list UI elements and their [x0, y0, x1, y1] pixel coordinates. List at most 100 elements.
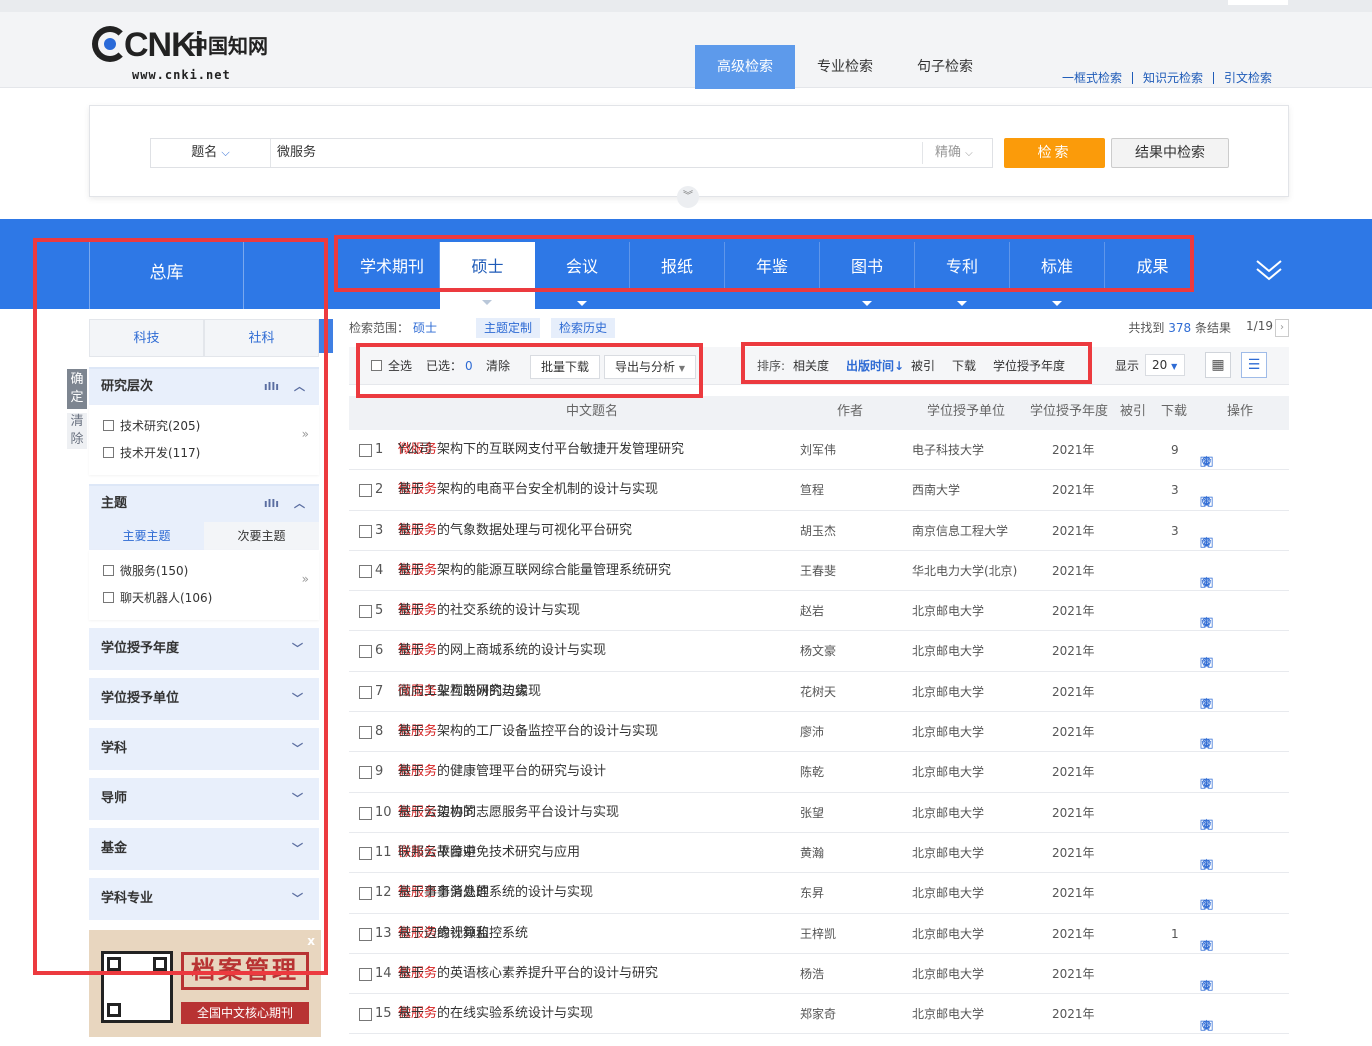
topic-custom-button[interactable]: 主题定制 [476, 318, 541, 338]
quote-icon[interactable]: ⊛ [1195, 684, 1218, 711]
col-title[interactable]: 中文题名 [566, 396, 618, 428]
row-checkbox[interactable] [359, 524, 372, 538]
unit-link[interactable]: 北京邮电大学 [912, 954, 984, 994]
row-checkbox[interactable] [359, 564, 372, 578]
unit-link[interactable]: 北京邮电大学 [912, 994, 984, 1034]
author-link[interactable]: 张望 [800, 793, 824, 833]
thesis-title-link[interactable]: 基于 微服务 架构的电商平台安全机制的设计与实现 [398, 470, 658, 510]
quote-icon[interactable]: ⊛ [1195, 845, 1218, 872]
thesis-title-link[interactable]: 基于 微服务 的健康管理平台的研究与设计 [398, 752, 606, 792]
row-checkbox[interactable] [359, 645, 372, 659]
row-checkbox[interactable] [359, 444, 372, 457]
row-checkbox[interactable] [359, 846, 372, 860]
search-in-results-button[interactable]: 结果中检索 [1111, 138, 1229, 168]
row-checkbox[interactable] [359, 927, 372, 941]
quote-icon[interactable]: ⊛ [1195, 603, 1218, 630]
precision-select[interactable]: 精确 ⌵ [922, 142, 992, 164]
thesis-title-link[interactable]: 联邦云平台中 微服务 故障避免技术研究与应用 [398, 833, 580, 873]
field-select[interactable]: 题名 ⌵ [151, 139, 271, 167]
search-button[interactable]: 检索 [1004, 138, 1105, 168]
author-link[interactable]: 陈乾 [800, 752, 824, 792]
row-checkbox[interactable] [359, 967, 372, 981]
unit-link[interactable]: 北京邮电大学 [912, 672, 984, 712]
cnki-logo[interactable]: CNKi 中国知网 www.cnki.net [92, 26, 272, 86]
quote-icon[interactable]: ⊛ [1195, 724, 1218, 751]
col-year[interactable]: 学位授予年度 [1030, 396, 1108, 428]
thesis-title-link[interactable]: 基于云边协同 微服务 架构的志愿服务平台设计与实现 [398, 793, 619, 833]
unit-link[interactable]: 南京信息工程大学 [912, 511, 1008, 551]
quote-icon[interactable]: ⊛ [1195, 926, 1218, 953]
col-unit[interactable]: 学位授予单位 [927, 396, 1005, 428]
thesis-title-link[interactable]: Y公司 微服务 架构下的互联网支付平台敏捷开发管理研究 [398, 430, 684, 470]
thesis-title-link[interactable]: 基于边缘计算和 微服务 的视频监控系统 [398, 914, 528, 954]
thesis-title-link[interactable]: 基于 微服务 的在线实验系统设计与实现 [398, 994, 593, 1034]
thesis-title-link[interactable]: 基于 微服务 的气象数据处理与可视化平台研究 [398, 511, 632, 551]
unit-link[interactable]: 北京邮电大学 [912, 873, 984, 913]
thesis-title-link[interactable]: 基于事务消息的 微服务 事务处理系统的设计与实现 [398, 873, 593, 913]
row-checkbox[interactable] [359, 887, 372, 901]
quote-icon[interactable]: ⊛ [1195, 643, 1218, 670]
chevron-double-down-icon[interactable]: ︾ [677, 186, 699, 208]
author-link[interactable]: 赵岩 [800, 591, 824, 631]
author-link[interactable]: 黄瀚 [800, 833, 824, 873]
unit-link[interactable]: 电子科技大学 [912, 430, 984, 470]
search-input[interactable]: 微服务 [277, 139, 316, 167]
link-citation-search[interactable]: 引文检索 [1213, 72, 1282, 84]
author-link[interactable]: 杨文豪 [800, 631, 836, 671]
quote-icon[interactable]: ⊛ [1195, 966, 1218, 993]
quote-icon[interactable]: ⊛ [1195, 523, 1218, 550]
quote-icon[interactable]: ⊛ [1195, 805, 1218, 832]
unit-link[interactable]: 华北电力大学(北京) [912, 551, 1017, 591]
row-checkbox[interactable] [359, 605, 372, 619]
search-history-button[interactable]: 检索历史 [551, 318, 616, 338]
grid-view-icon[interactable]: ▦ [1205, 352, 1231, 378]
link-knowledge-search[interactable]: 知识元检索 [1132, 72, 1213, 84]
unit-link[interactable]: 北京邮电大学 [912, 914, 984, 954]
unit-link[interactable]: 北京邮电大学 [912, 752, 984, 792]
quote-icon[interactable]: ⊛ [1195, 764, 1218, 791]
col-author[interactable]: 作者 [837, 396, 863, 428]
author-link[interactable]: 笪程 [800, 470, 824, 510]
unit-link[interactable]: 西南大学 [912, 470, 960, 510]
thesis-title-link[interactable]: 基于 微服务 的网上商城系统的设计与实现 [398, 631, 606, 671]
quote-icon[interactable]: ⊛ [1195, 482, 1218, 509]
author-link[interactable]: 王梓凯 [800, 914, 836, 954]
thesis-title-link[interactable]: 基于 微服务 架构的工厂设备监控平台的设计与实现 [398, 712, 658, 752]
row-checkbox[interactable] [359, 484, 372, 498]
quote-icon[interactable]: ⊛ [1195, 1006, 1218, 1033]
row-checkbox[interactable] [359, 1008, 372, 1022]
page-size-select[interactable]: 20 ▼ [1145, 354, 1185, 376]
tab-sentence-search[interactable]: 句子检索 [895, 45, 995, 89]
author-link[interactable]: 杨浩 [800, 954, 824, 994]
col-cited[interactable]: 被引 [1120, 396, 1146, 428]
quote-icon[interactable]: ⊛ [1195, 885, 1218, 912]
author-link[interactable]: 刘军伟 [800, 430, 836, 470]
row-checkbox[interactable] [359, 766, 372, 780]
unit-link[interactable]: 北京邮电大学 [912, 712, 984, 752]
thesis-title-link[interactable]: 面向工业互联网的边缘 微服务 架构的研究与实现 [398, 672, 541, 712]
row-checkbox[interactable] [359, 806, 372, 820]
unit-link[interactable]: 北京邮电大学 [912, 833, 984, 873]
expand-databases-icon[interactable] [1253, 255, 1285, 285]
unit-link[interactable]: 北京邮电大学 [912, 631, 984, 671]
author-link[interactable]: 廖沛 [800, 712, 824, 752]
row-checkbox[interactable] [359, 726, 372, 740]
row-checkbox[interactable] [359, 685, 372, 699]
link-one-box-search[interactable]: 一框式检索 [1062, 72, 1132, 84]
author-link[interactable]: 花树天 [800, 672, 836, 712]
quote-icon[interactable]: ⊛ [1195, 563, 1218, 590]
author-link[interactable]: 东昇 [800, 873, 824, 913]
author-link[interactable]: 王春斐 [800, 551, 836, 591]
thesis-title-link[interactable]: 基于 微服务 的英语核心素养提升平台的设计与研究 [398, 954, 658, 994]
tab-advanced-search[interactable]: 高级检索 [695, 45, 795, 89]
thesis-title-link[interactable]: 基于 微服务 架构的能源互联网综合能量管理系统研究 [398, 551, 671, 591]
quote-icon[interactable]: ⊛ [1195, 442, 1218, 469]
col-download[interactable]: 下载 [1161, 396, 1187, 428]
unit-link[interactable]: 北京邮电大学 [912, 591, 984, 631]
thesis-title-link[interactable]: 基于 微服务 的社交系统的设计与实现 [398, 591, 580, 631]
tab-professional-search[interactable]: 专业检索 [795, 45, 895, 89]
list-view-icon[interactable]: ☰ [1241, 352, 1267, 378]
unit-link[interactable]: 北京邮电大学 [912, 793, 984, 833]
author-link[interactable]: 胡玉杰 [800, 511, 836, 551]
next-page-icon[interactable]: › [1275, 319, 1289, 337]
